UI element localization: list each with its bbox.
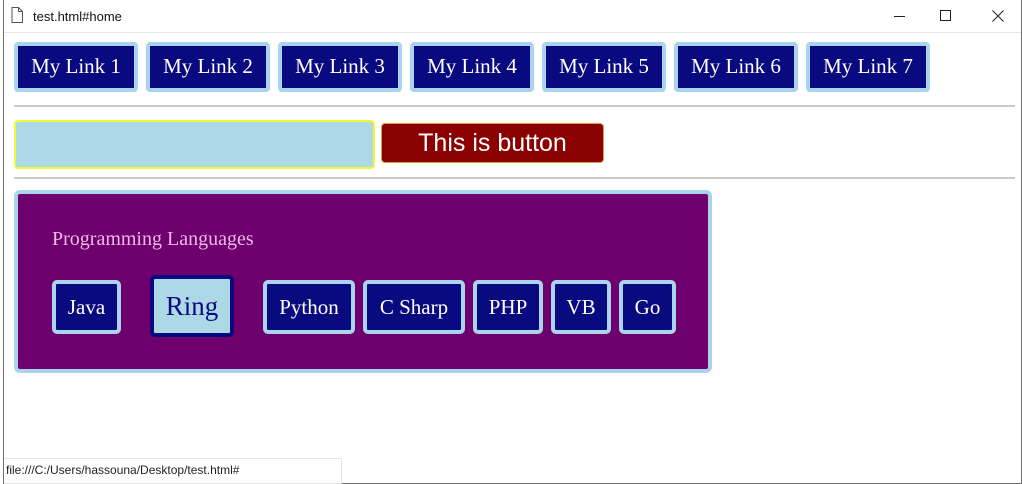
browser-window: test.html#home My Link 1 My Link 2 My Li… [3, 0, 1022, 484]
nav-bar: My Link 1 My Link 2 My Link 3 My Link 4 … [14, 42, 938, 92]
minimize-icon [894, 16, 905, 17]
divider-top [14, 105, 1015, 107]
status-bar-url: file:///C:/Users/hassouna/Desktop/test.h… [4, 458, 342, 484]
minimize-button[interactable] [877, 0, 923, 32]
maximize-button[interactable] [923, 0, 969, 32]
nav-link-6[interactable]: My Link 6 [674, 42, 798, 92]
red-button[interactable]: This is button [381, 123, 604, 163]
window-title: test.html#home [33, 9, 122, 24]
languages-panel: Programming Languages Java Ring Python C… [14, 190, 712, 373]
text-input[interactable] [14, 120, 375, 169]
lang-button-php[interactable]: PHP [473, 280, 543, 334]
lang-button-go[interactable]: Go [619, 280, 676, 334]
close-button[interactable] [975, 0, 1021, 32]
nav-link-7[interactable]: My Link 7 [806, 42, 930, 92]
lang-button-python[interactable]: Python [263, 280, 355, 334]
nav-link-4[interactable]: My Link 4 [410, 42, 534, 92]
nav-link-3[interactable]: My Link 3 [278, 42, 402, 92]
lang-button-ring[interactable]: Ring [150, 275, 234, 337]
divider-bottom [14, 177, 1015, 179]
title-bar: test.html#home [4, 0, 1021, 33]
close-icon [992, 10, 1004, 22]
maximize-icon [940, 10, 951, 21]
panel-title: Programming Languages [52, 228, 254, 250]
lang-button-csharp[interactable]: C Sharp [363, 280, 465, 334]
page-content: My Link 1 My Link 2 My Link 3 My Link 4 … [4, 32, 1021, 484]
nav-link-1[interactable]: My Link 1 [14, 42, 138, 92]
page-icon [11, 7, 23, 23]
lang-button-vb[interactable]: VB [551, 280, 611, 334]
nav-link-5[interactable]: My Link 5 [542, 42, 666, 92]
lang-button-java[interactable]: Java [52, 280, 121, 334]
nav-link-2[interactable]: My Link 2 [146, 42, 270, 92]
